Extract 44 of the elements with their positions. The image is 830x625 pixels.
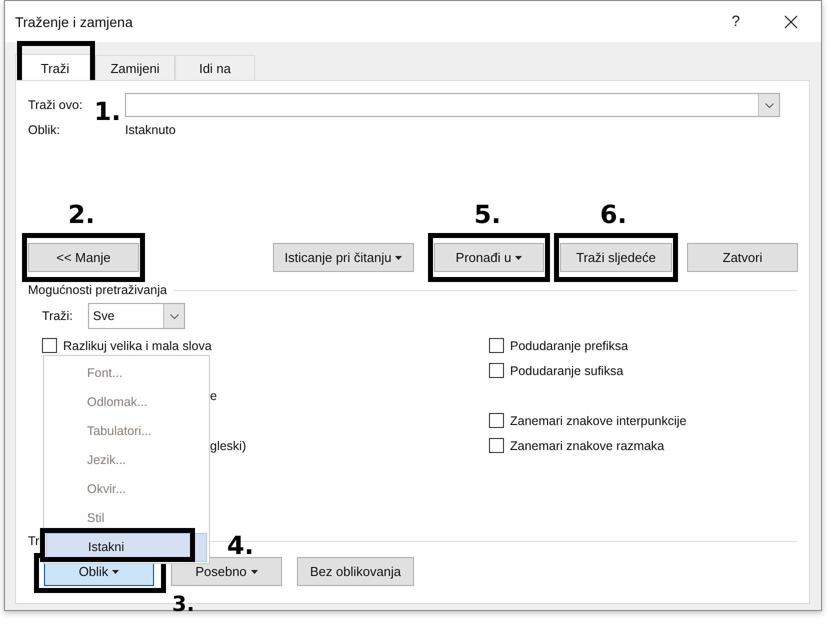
caret-icon (395, 256, 402, 260)
callout-number: 5. (474, 202, 501, 227)
find-field[interactable] (125, 93, 780, 117)
checkbox[interactable] (489, 338, 504, 353)
checkbox[interactable] (489, 413, 504, 428)
search-label: Traži: (42, 309, 74, 323)
help-button[interactable]: ? (732, 13, 740, 30)
option-label: Razlikuj velika i mala slova (63, 338, 212, 352)
option-label: Podudaranje sufiksa (510, 364, 624, 378)
callout-number: 3. (172, 594, 195, 615)
dialog-button[interactable]: << Manje (28, 243, 139, 272)
tab[interactable]: Zamijeni (95, 55, 175, 80)
option-label: e (210, 388, 217, 402)
dialog-button[interactable]: Posebno (171, 557, 282, 586)
format-label: Oblik: (28, 123, 60, 137)
format-value: Istaknuto (125, 123, 176, 137)
checkbox[interactable] (489, 363, 504, 378)
option-label: Zanemari znakove razmaka (510, 438, 664, 452)
chevron-down-icon (170, 314, 178, 318)
close-icon[interactable] (784, 14, 798, 28)
find-label: Traži ovo: (28, 98, 82, 112)
dialog-button[interactable]: Bez oblikovanja (297, 557, 414, 586)
dialog-button[interactable]: Zatvori (687, 243, 798, 272)
caret-icon (112, 570, 120, 574)
callout-number: 1. (94, 99, 121, 124)
section-title: Tr (28, 534, 40, 548)
checkbox[interactable] (42, 338, 57, 353)
option-label: gleski) (210, 438, 246, 452)
window-title: Traženje i zamjena (15, 14, 134, 30)
caret-icon (250, 570, 258, 574)
caret-icon (515, 256, 522, 260)
chevron-down-icon (764, 102, 774, 108)
dialog-button[interactable]: Traži sljedeće (560, 243, 672, 272)
checkbox[interactable] (489, 438, 504, 453)
callout-number: 4. (227, 533, 254, 558)
search-select[interactable]: Sve (88, 303, 185, 329)
option-label: Zanemari znakove interpunkcije (510, 414, 686, 428)
option-label: Podudaranje prefiksa (510, 338, 628, 352)
dialog-button[interactable]: Isticanje pri čitanju (273, 243, 414, 272)
group-title: Mogućnosti pretraživanja (28, 283, 167, 297)
callout-number: 2. (68, 202, 95, 227)
callout-number: 6. (600, 202, 627, 227)
tab[interactable]: Idi na (175, 55, 255, 80)
dialog-button[interactable]: Pronađi u (434, 243, 544, 272)
